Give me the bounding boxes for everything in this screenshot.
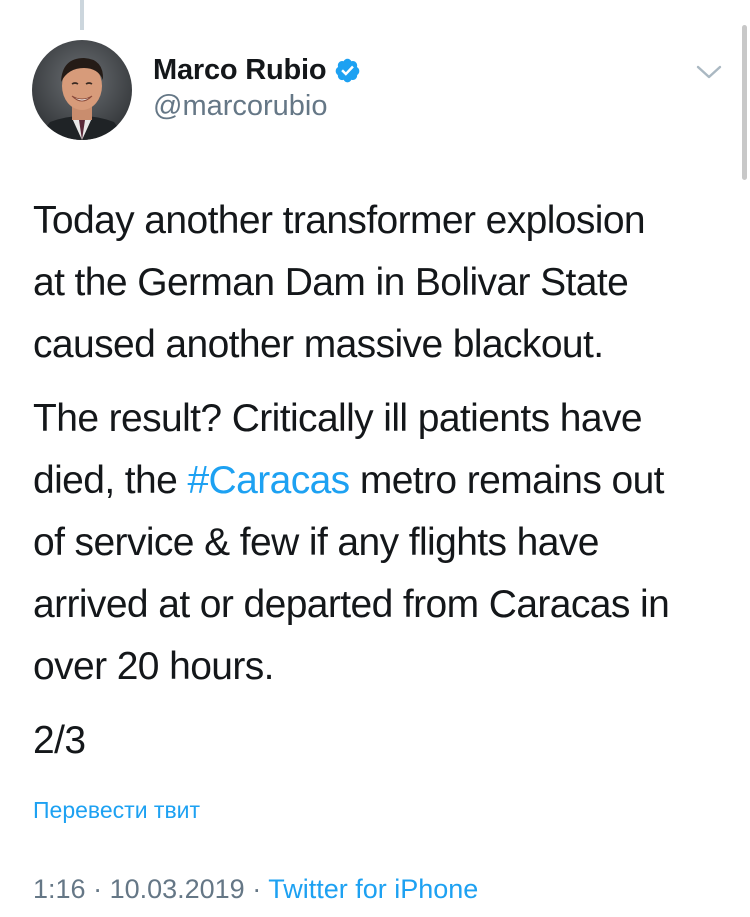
meta-separator: · — [244, 874, 269, 904]
avatar-image — [32, 40, 132, 140]
verified-badge-icon — [336, 58, 360, 82]
meta-separator: · — [85, 874, 110, 904]
tweet-author[interactable]: Marco Rubio @marcorubio — [153, 52, 361, 123]
text-line: arrived at or departed from Caracas in — [33, 583, 670, 626]
tweet-metadata: 1:16 · 10.03.2019 · Twitter for iPhone — [33, 874, 478, 905]
hashtag-link-caracas[interactable]: #Caracas — [187, 459, 350, 502]
tweet-date[interactable]: 10.03.2019 — [110, 874, 245, 904]
display-name-row: Marco Rubio — [153, 52, 361, 88]
text-fragment: metro remains out — [349, 459, 665, 502]
tweet-paragraph: 2/3 — [33, 710, 723, 772]
text-line: at the German Dam in Bolivar State — [33, 261, 629, 304]
display-name[interactable]: Marco Rubio — [153, 54, 327, 87]
text-line: caused another massive blackout. — [33, 323, 604, 366]
tweet-paragraph: Today another transformer explosion at t… — [33, 190, 723, 376]
chevron-down-icon[interactable] — [694, 60, 724, 84]
tweet-time[interactable]: 1:16 — [33, 874, 86, 904]
translate-tweet-link[interactable]: Перевести твит — [33, 797, 200, 824]
thread-position: 2/3 — [33, 719, 86, 762]
tweet-paragraph: The result? Critically ill patients have… — [33, 388, 723, 698]
text-fragment: died, the — [33, 459, 188, 502]
thread-connector-line — [80, 0, 84, 30]
text-line: died, the #Caracas metro remains out — [33, 450, 723, 512]
tweet-text: Today another transformer explosion at t… — [33, 190, 723, 784]
text-line: The result? Critically ill patients have — [33, 397, 643, 440]
avatar[interactable] — [32, 40, 132, 140]
tweet-source-link[interactable]: Twitter for iPhone — [268, 874, 478, 904]
text-line: Today another transformer explosion — [33, 199, 646, 242]
scrollbar[interactable] — [742, 25, 747, 180]
text-line: of service & few if any flights have — [33, 521, 599, 564]
text-line: over 20 hours. — [33, 645, 275, 688]
username-handle[interactable]: @marcorubio — [153, 90, 361, 123]
